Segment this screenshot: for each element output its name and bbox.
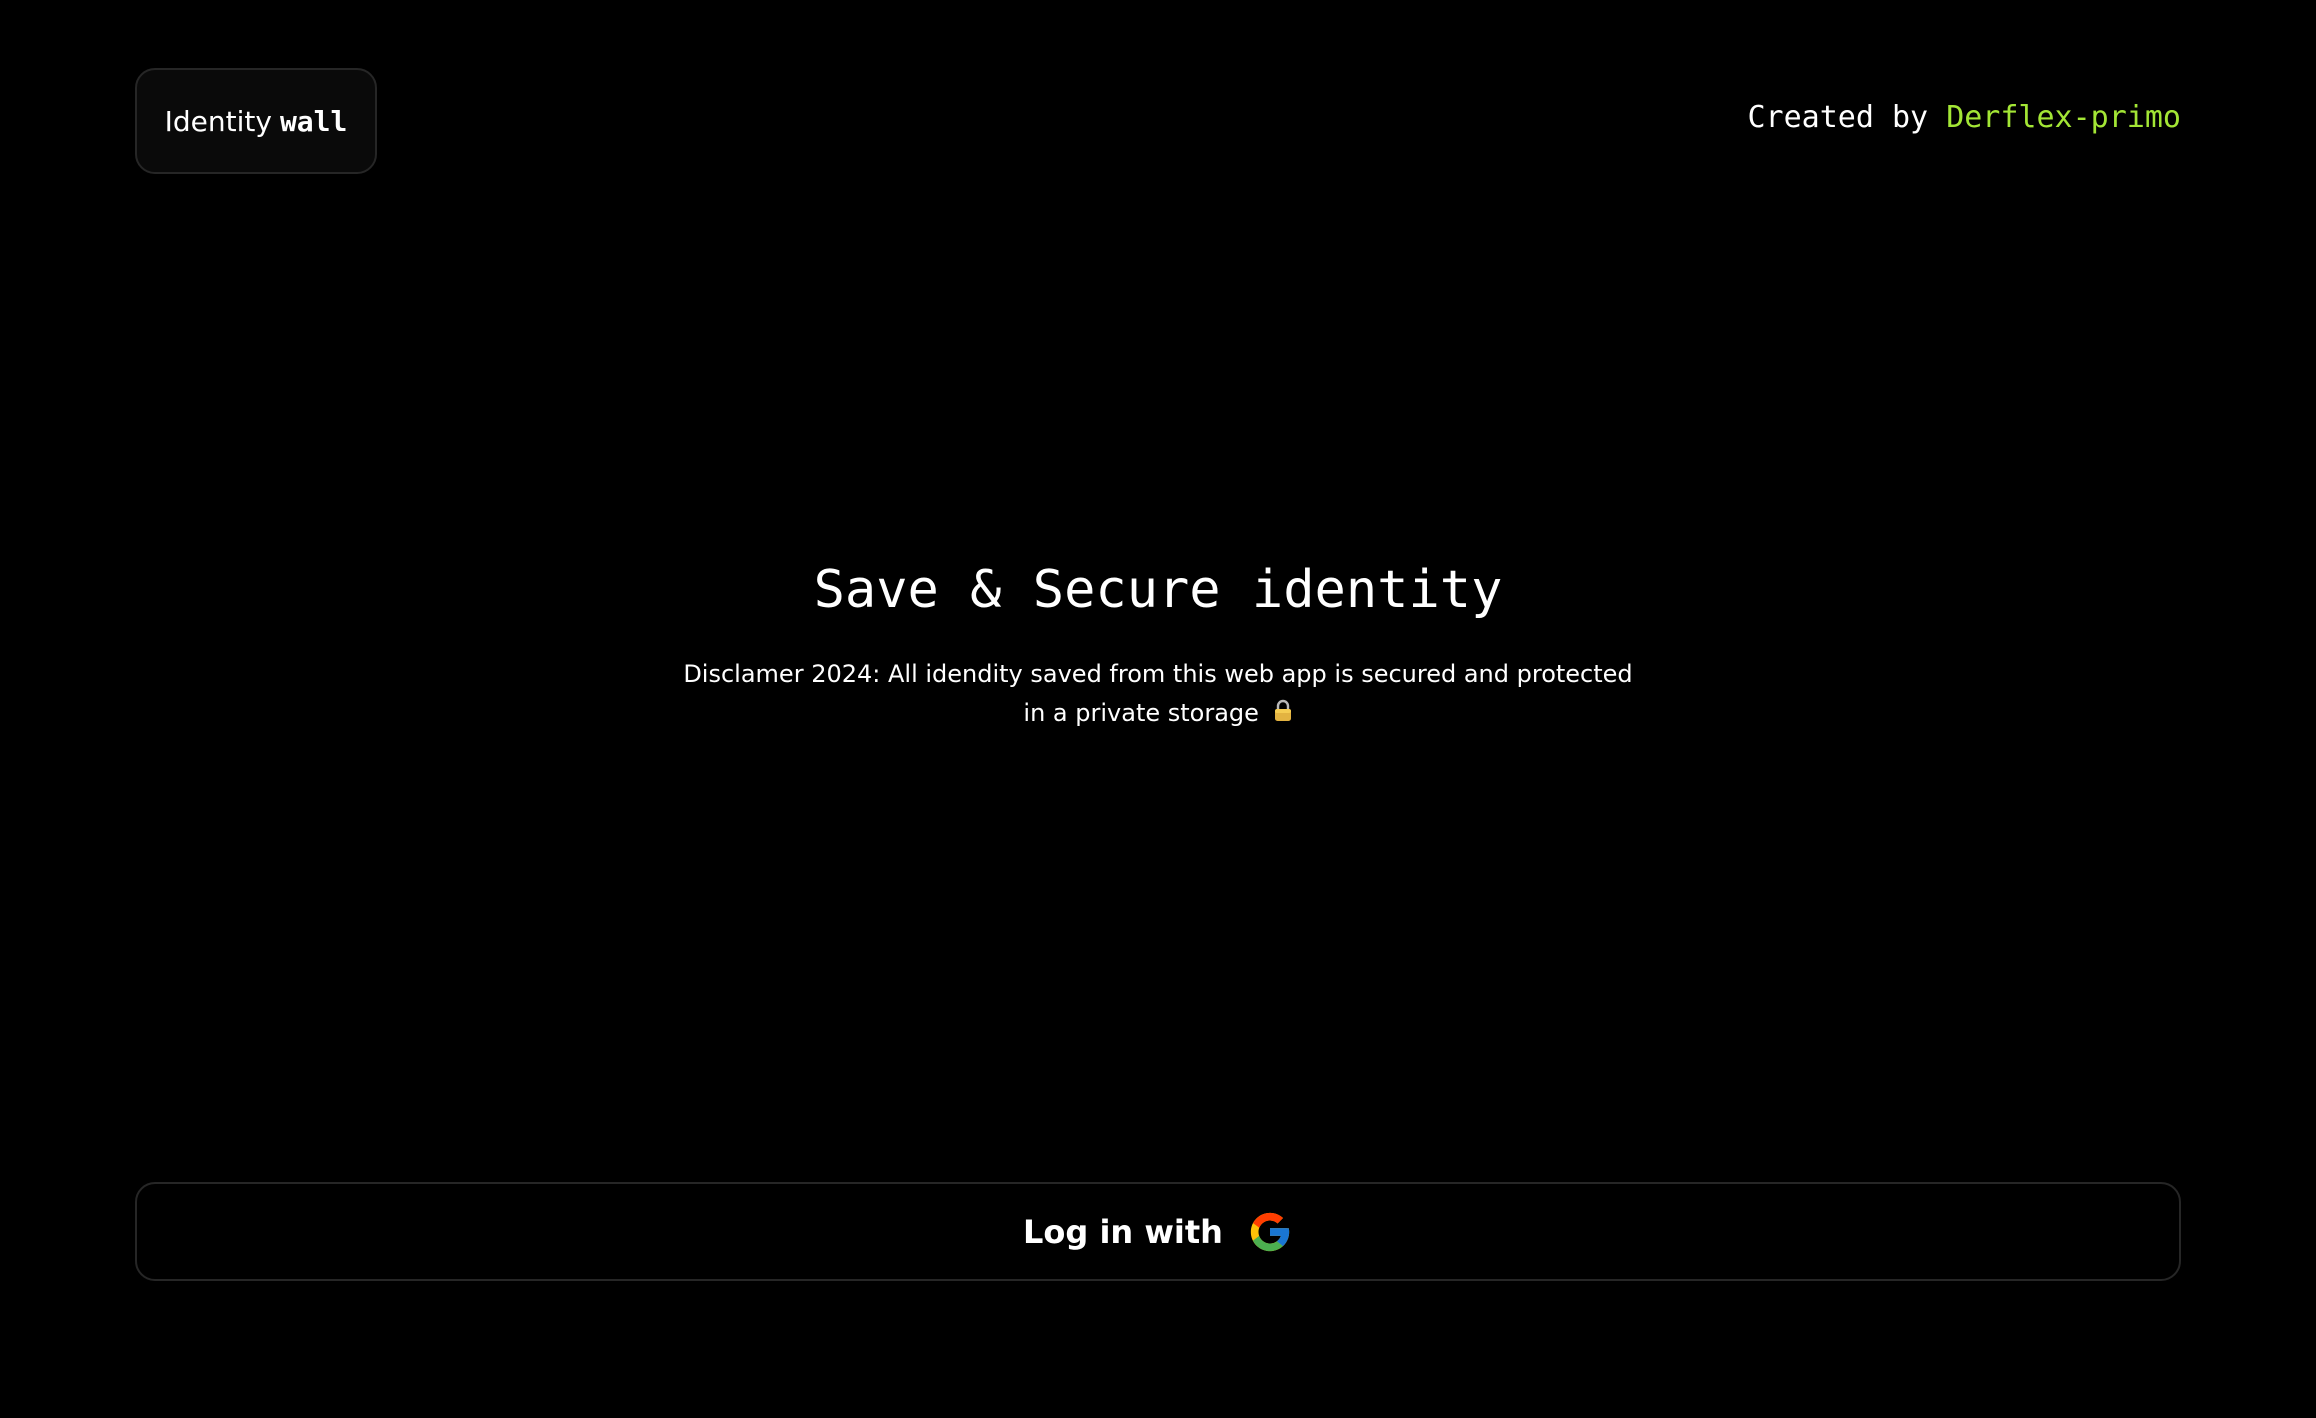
- logo-word-identity: Identity: [164, 104, 272, 138]
- credit-line: Created by Derflex-primo: [1748, 100, 2182, 135]
- disclaimer-line-2: in a private storage: [1023, 699, 1259, 727]
- disclaimer-text: Disclamer 2024: All idendity saved from …: [658, 655, 1658, 735]
- author-link[interactable]: Derflex-primo: [1946, 100, 2181, 135]
- logo-button[interactable]: Identity wall: [135, 68, 377, 174]
- credit-prefix: Created by: [1747, 100, 1929, 135]
- login-button-label: Log in with: [1023, 1212, 1223, 1251]
- google-icon: [1247, 1209, 1293, 1255]
- google-login-button[interactable]: Log in with: [135, 1182, 2181, 1281]
- hero-title: Save & Secure identity: [813, 560, 1503, 620]
- disclaimer-line-1: Disclamer 2024: All idendity saved from …: [683, 660, 1633, 688]
- disclaimer-line-2-wrap: in a private storage: [658, 694, 1658, 735]
- logo-word-wall: wall: [279, 104, 348, 138]
- lock-icon: [1273, 696, 1293, 735]
